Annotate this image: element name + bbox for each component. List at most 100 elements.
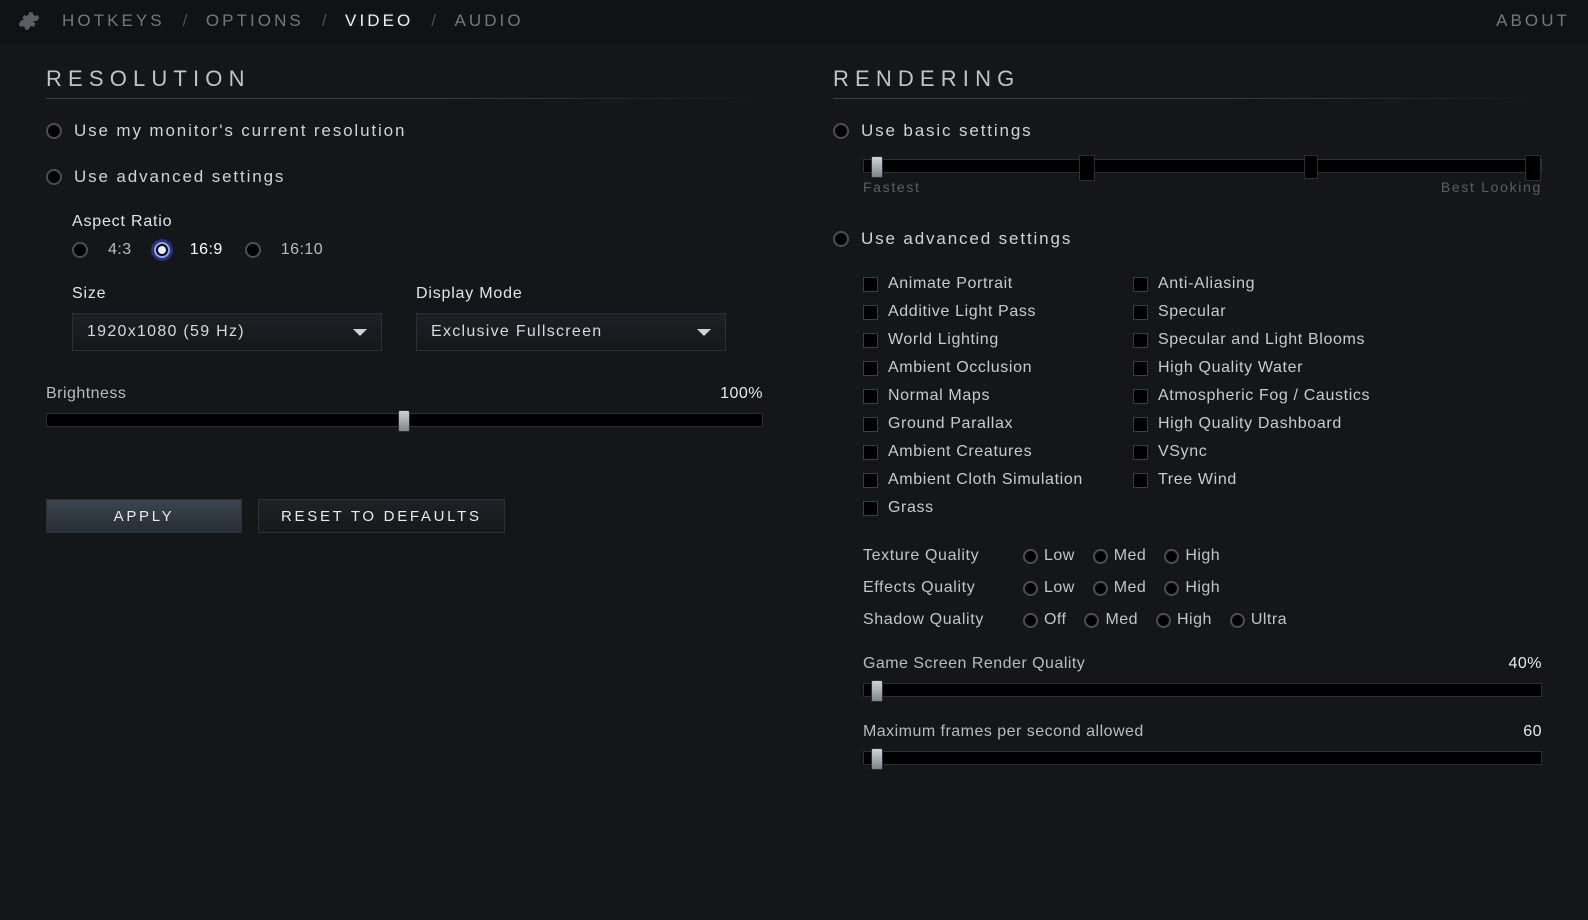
size-dropdown[interactable]: 1920x1080 (59 Hz) <box>72 313 382 351</box>
slider-thumb[interactable] <box>871 748 883 770</box>
checkbox-label: High Quality Water <box>1158 359 1303 377</box>
radio-icon <box>1084 613 1099 628</box>
max-fps-slider[interactable] <box>863 751 1542 765</box>
slider-thumb[interactable] <box>871 156 883 178</box>
effects-quality-option-low[interactable]: Low <box>1023 579 1075 597</box>
gear-icon[interactable] <box>18 10 40 32</box>
checkbox-normal-maps[interactable]: Normal Maps <box>863 387 1133 405</box>
checkbox-label: Animate Portrait <box>888 275 1013 293</box>
checkbox-label: Normal Maps <box>888 387 990 405</box>
tab-video[interactable]: VIDEO <box>345 11 413 31</box>
checkbox-vsync[interactable]: VSync <box>1133 443 1403 461</box>
shadow-quality-option-off[interactable]: Off <box>1023 611 1067 629</box>
effects-quality-option-high[interactable]: High <box>1164 579 1220 597</box>
checkbox-ambient-cloth-simulation[interactable]: Ambient Cloth Simulation <box>863 471 1133 489</box>
resolution-dropdowns: Size 1920x1080 (59 Hz) Display Mode Excl… <box>72 285 763 351</box>
display-mode-dropdown[interactable]: Exclusive Fullscreen <box>416 313 726 351</box>
option-label: High <box>1185 579 1220 597</box>
shadow-quality-option-high[interactable]: High <box>1156 611 1212 629</box>
section-divider <box>46 98 763 99</box>
basic-quality-footer: Fastest Best Looking <box>863 179 1542 195</box>
checkbox-ambient-occlusion[interactable]: Ambient Occlusion <box>863 359 1133 377</box>
checkbox-icon <box>863 445 878 460</box>
section-divider <box>833 98 1542 99</box>
checkbox-label: Ambient Creatures <box>888 443 1032 461</box>
radio-icon <box>72 242 88 258</box>
option-label: Low <box>1044 579 1075 597</box>
render-quality-block: Game Screen Render Quality 40% <box>863 655 1542 697</box>
checkbox-additive-light-pass[interactable]: Additive Light Pass <box>863 303 1133 321</box>
radio-icon <box>245 242 261 258</box>
aspect-ratio-16-9[interactable]: 16:9 <box>154 241 223 259</box>
resolution-buttons: APPLY RESET TO DEFAULTS <box>46 499 763 533</box>
brightness-slider[interactable] <box>46 413 763 427</box>
basic-quality-block: Fastest Best Looking <box>863 159 1542 195</box>
tab-options[interactable]: OPTIONS <box>206 11 304 31</box>
reset-defaults-button[interactable]: RESET TO DEFAULTS <box>258 499 505 533</box>
texture-quality-option-med[interactable]: Med <box>1093 547 1147 565</box>
render-quality-slider[interactable] <box>863 683 1542 697</box>
radio-icon <box>154 242 170 258</box>
apply-button[interactable]: APPLY <box>46 499 242 533</box>
checkbox-animate-portrait[interactable]: Animate Portrait <box>863 275 1133 293</box>
checkbox-specular[interactable]: Specular <box>1133 303 1403 321</box>
texture-quality-option-high[interactable]: High <box>1164 547 1220 565</box>
render-quality-label: Game Screen Render Quality <box>863 655 1085 673</box>
checkbox-specular-and-light-blooms[interactable]: Specular and Light Blooms <box>1133 331 1403 349</box>
radio-use-advanced-resolution[interactable]: Use advanced settings <box>46 167 763 187</box>
texture-quality-option-low[interactable]: Low <box>1023 547 1075 565</box>
checkbox-grass[interactable]: Grass <box>863 499 1133 517</box>
checkbox-icon <box>863 473 878 488</box>
checkbox-world-lighting[interactable]: World Lighting <box>863 331 1133 349</box>
tab-about[interactable]: ABOUT <box>1496 11 1570 31</box>
option-label: Ultra <box>1251 611 1287 629</box>
shadow-quality-option-med[interactable]: Med <box>1084 611 1138 629</box>
checkbox-anti-aliasing[interactable]: Anti-Aliasing <box>1133 275 1403 293</box>
checkbox-label: Specular and Light Blooms <box>1158 331 1365 349</box>
radio-icon <box>1023 581 1038 596</box>
radio-icon <box>1164 581 1179 596</box>
max-fps-value: 60 <box>1523 723 1542 741</box>
checkbox-tree-wind[interactable]: Tree Wind <box>1133 471 1403 489</box>
checkbox-high-quality-water[interactable]: High Quality Water <box>1133 359 1403 377</box>
display-mode-field: Display Mode Exclusive Fullscreen <box>416 285 726 351</box>
option-label: Med <box>1114 579 1147 597</box>
radio-use-basic-rendering[interactable]: Use basic settings <box>833 121 1542 141</box>
checkbox-high-quality-dashboard[interactable]: High Quality Dashboard <box>1133 415 1403 433</box>
basic-quality-slider[interactable] <box>863 159 1542 173</box>
radio-icon <box>1023 549 1038 564</box>
size-label: Size <box>72 285 382 303</box>
aspect-ratio-options: 4:3 16:9 16:10 <box>72 241 763 259</box>
tab-audio[interactable]: AUDIO <box>454 11 523 31</box>
render-quality-value: 40% <box>1509 655 1542 673</box>
radio-icon <box>1093 549 1108 564</box>
radio-use-monitor-resolution[interactable]: Use my monitor's current resolution <box>46 121 763 141</box>
aspect-ratio-16-10[interactable]: 16:10 <box>245 241 323 259</box>
tab-hotkeys[interactable]: HOTKEYS <box>62 11 165 31</box>
checkbox-icon <box>863 333 878 348</box>
aspect-ratio-4-3[interactable]: 4:3 <box>72 241 132 259</box>
radio-label: Use advanced settings <box>861 229 1072 249</box>
checkbox-ground-parallax[interactable]: Ground Parallax <box>863 415 1133 433</box>
slider-thumb[interactable] <box>871 680 883 702</box>
checkbox-ambient-creatures[interactable]: Ambient Creatures <box>863 443 1133 461</box>
shadow-quality-option-ultra[interactable]: Ultra <box>1230 611 1287 629</box>
settings-topbar: HOTKEYS / OPTIONS / VIDEO / AUDIO ABOUT <box>0 0 1588 42</box>
checkbox-atmospheric-fog-caustics[interactable]: Atmospheric Fog / Caustics <box>1133 387 1403 405</box>
effects-quality-option-med[interactable]: Med <box>1093 579 1147 597</box>
display-mode-label: Display Mode <box>416 285 726 303</box>
aspect-ratio-label: Aspect Ratio <box>72 213 763 231</box>
checkbox-icon <box>1133 333 1148 348</box>
checkbox-icon <box>863 417 878 432</box>
checkbox-label: Grass <box>888 499 934 517</box>
shadow-quality-label: Shadow Quality <box>863 611 1003 629</box>
checkbox-label: Atmospheric Fog / Caustics <box>1158 387 1370 405</box>
radio-use-advanced-rendering[interactable]: Use advanced settings <box>833 229 1542 249</box>
chevron-down-icon <box>353 329 367 336</box>
texture-quality-label: Texture Quality <box>863 547 1003 565</box>
nav-separator: / <box>431 11 436 31</box>
radio-label: Use my monitor's current resolution <box>74 121 406 141</box>
slider-thumb[interactable] <box>398 410 410 432</box>
checkbox-label: VSync <box>1158 443 1207 461</box>
option-label: Low <box>1044 547 1075 565</box>
